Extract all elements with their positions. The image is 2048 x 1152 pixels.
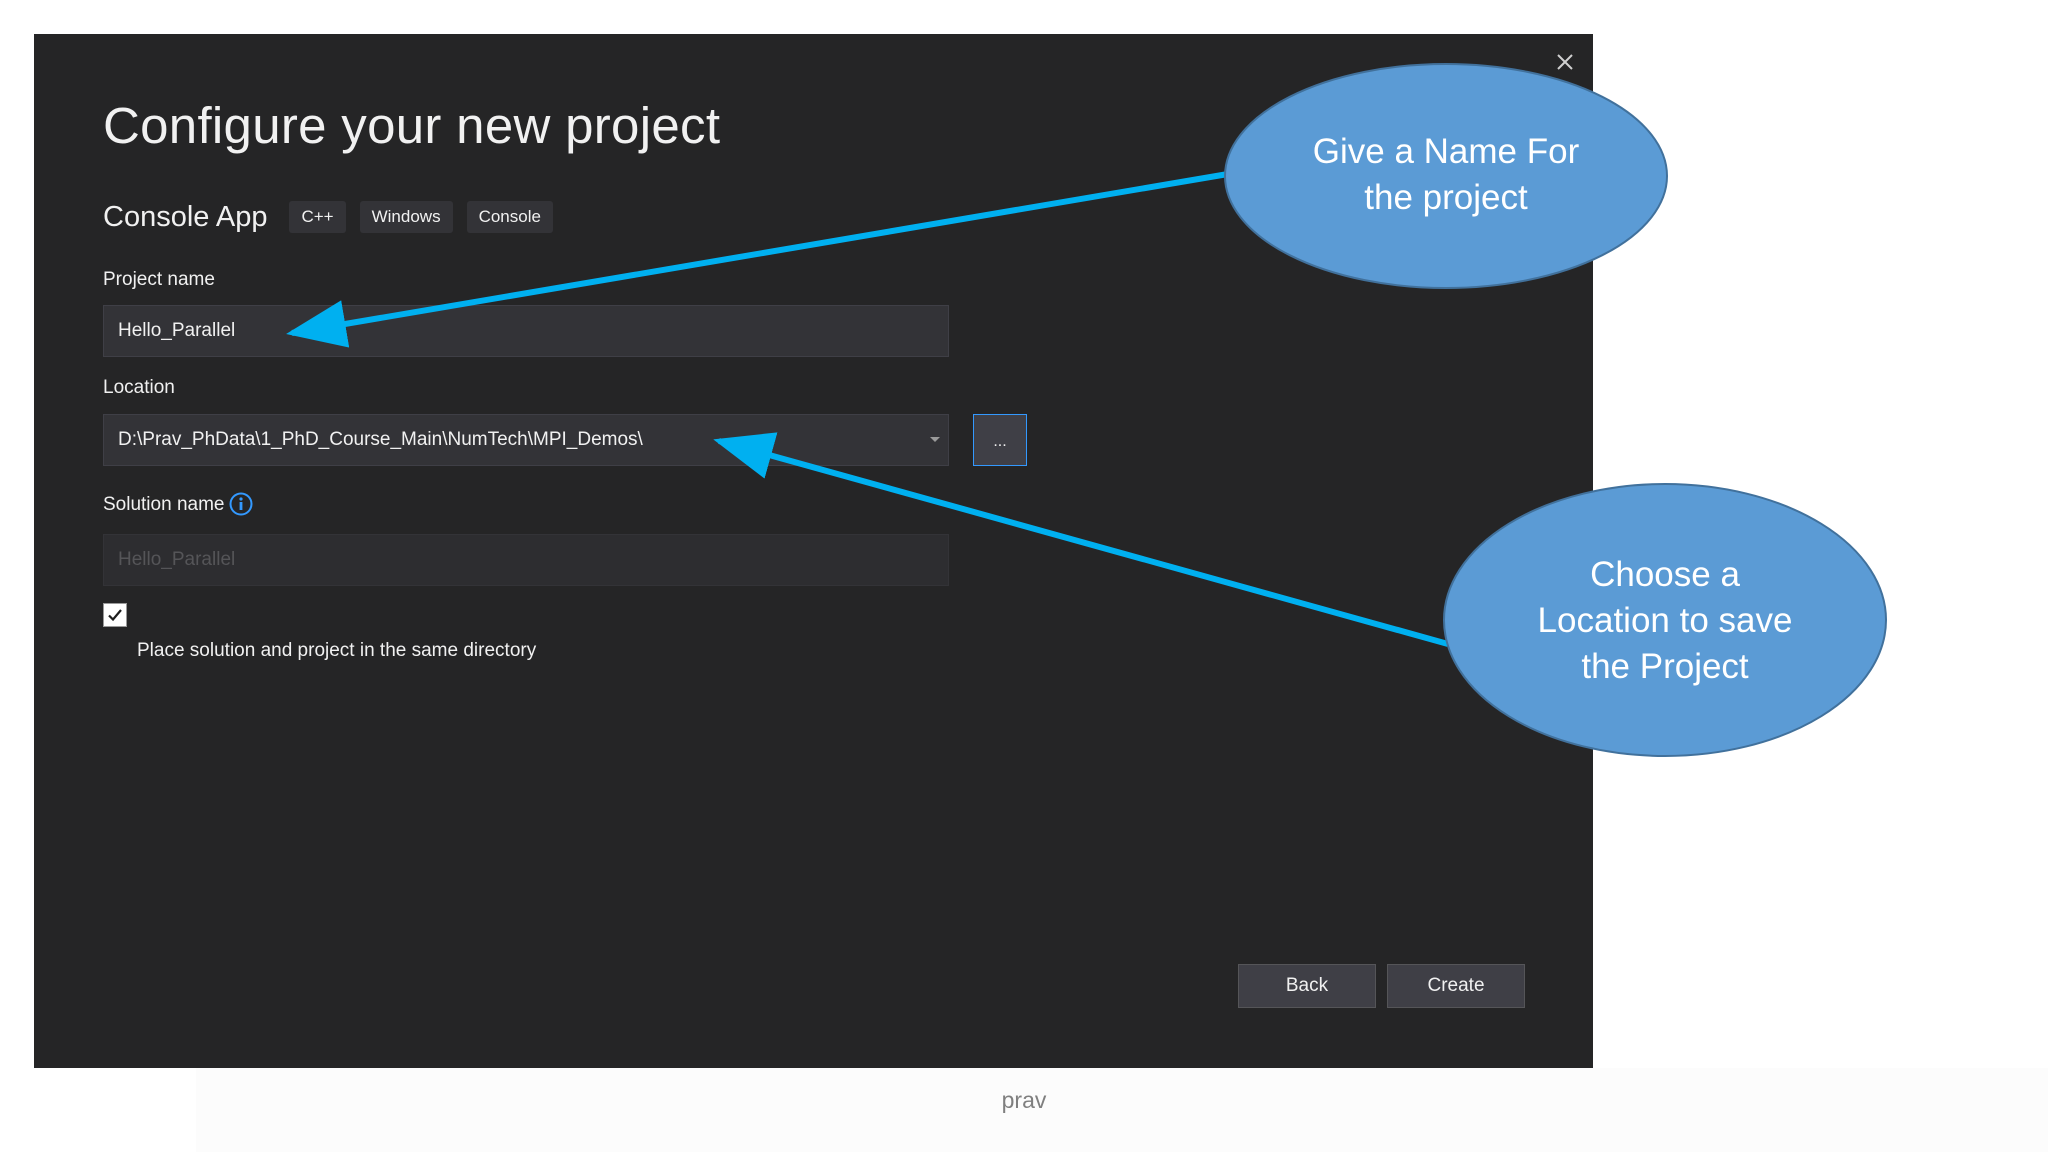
location-callout-line: Choose a [1590, 555, 1740, 594]
same-directory-checkbox[interactable] [103, 603, 127, 627]
solution-name-placeholder: Hello_Parallel [118, 549, 236, 570]
name-callout-line: Give a Name For [1312, 132, 1580, 171]
project-name-label: Project name [103, 269, 215, 290]
page-title: Configure your new project [103, 97, 721, 154]
tag-platform: Windows [359, 201, 453, 233]
close-icon [1557, 54, 1573, 70]
checkmark-icon [108, 609, 122, 622]
project-name-value: Hello_Parallel [118, 320, 236, 341]
project-name-input[interactable]: Hello_Parallel [103, 305, 949, 357]
location-combobox[interactable]: D:\Prav_PhData\1_PhD_Course_Main\NumTech… [103, 414, 949, 466]
back-button[interactable]: Back [1238, 964, 1376, 1008]
location-callout-text: Choose a Location to save the Project [1465, 552, 1865, 690]
location-callout-line: Location to save [1537, 601, 1793, 640]
solution-name-label: Solution name [103, 494, 225, 515]
create-button[interactable]: Create [1387, 964, 1525, 1008]
solution-name-input[interactable]: Hello_Parallel [103, 534, 949, 586]
chevron-down-icon[interactable] [930, 437, 940, 442]
template-info-row: Console App C++ Windows Console [103, 197, 567, 237]
same-directory-label: Place solution and project in the same d… [137, 640, 537, 661]
name-callout-line: the project [1364, 178, 1528, 217]
tag-language: C++ [289, 201, 346, 233]
location-value: D:\Prav_PhData\1_PhD_Course_Main\NumTech… [118, 429, 643, 450]
slide-footer-text: prav [1001, 1087, 1047, 1113]
info-icon[interactable] [229, 492, 253, 516]
location-label: Location [103, 377, 175, 398]
tag-project-type: Console [466, 201, 553, 233]
close-button[interactable] [1547, 44, 1583, 80]
location-callout-line: the Project [1581, 647, 1749, 686]
name-callout-text: Give a Name For the project [1246, 129, 1646, 221]
browse-location-button[interactable]: ... [973, 414, 1027, 466]
template-name: Console App [103, 200, 268, 233]
